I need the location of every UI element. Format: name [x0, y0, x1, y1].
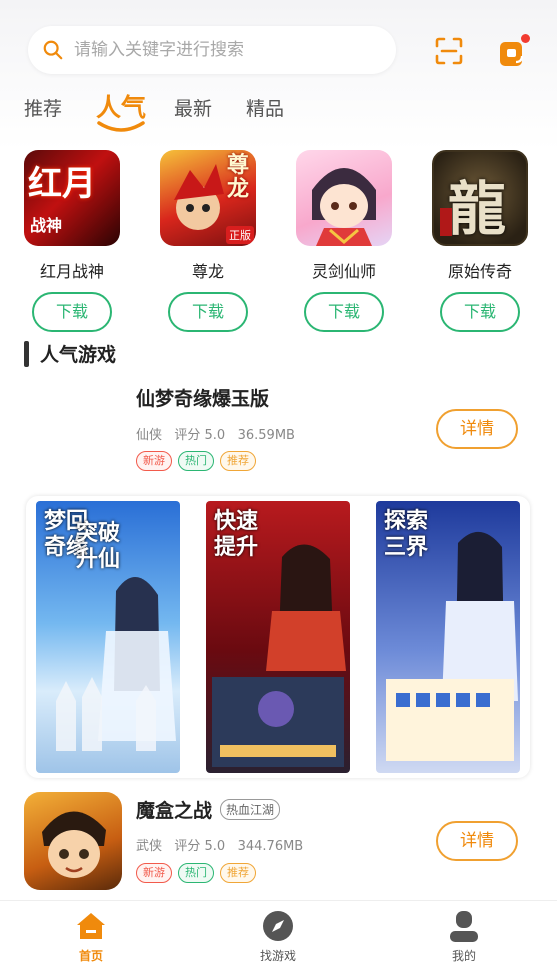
genre-tag: 热血江湖	[220, 799, 281, 820]
banner-panel: 快速 提升	[206, 501, 350, 773]
download-button[interactable]: 下载	[304, 292, 384, 332]
game-name: 尊龙	[191, 262, 224, 281]
game-icon[interactable]: 尊龙 正版	[160, 150, 256, 246]
bottom-navigation: 首页 找游戏 我的	[0, 900, 557, 968]
banner-panel: 探索 三界	[376, 501, 520, 773]
scan-icon	[435, 37, 463, 65]
detail-button[interactable]: 详情	[436, 821, 518, 861]
user-icon	[450, 911, 478, 942]
seal-stamp	[440, 208, 452, 236]
tab-premium[interactable]: 精品	[246, 94, 284, 121]
game-title-row: 魔盒之战 热血江湖	[136, 796, 281, 823]
banner-panel: 梦回 奇缘 突破 升仙	[36, 501, 180, 773]
banner-panel-title: 突破 升仙	[76, 521, 120, 573]
official-badge: 正版	[226, 226, 254, 244]
section-marker	[24, 340, 29, 367]
game-icon[interactable]: 红月 战神	[24, 150, 120, 246]
game-icon[interactable]	[296, 150, 392, 246]
notification-dot	[521, 34, 530, 43]
featured-game[interactable]: 龍 原始传奇 下载	[432, 150, 528, 332]
nav-mine[interactable]: 我的	[424, 909, 504, 964]
tag-recommend: 推荐	[220, 863, 256, 883]
download-button[interactable]: 下载	[32, 292, 112, 332]
game-meta: 仙侠 评分 5.0 36.59MB	[136, 428, 295, 443]
tag-new: 新游	[136, 863, 172, 883]
game-name: 原始传奇	[447, 262, 512, 281]
nav-label: 首页	[78, 949, 103, 963]
download-button[interactable]: 下载	[168, 292, 248, 332]
game-name: 红月战神	[39, 262, 104, 281]
banner-panel-title: 快速 提升	[214, 509, 258, 561]
compass-icon	[263, 911, 293, 941]
banner-panel-title: 探索 三界	[384, 509, 428, 561]
download-button[interactable]: 下载	[440, 292, 520, 332]
tag-list: 新游 热门 推荐	[136, 451, 256, 471]
nav-find-games[interactable]: 找游戏	[238, 909, 318, 964]
banner-title-line: 三界	[384, 535, 429, 560]
banner-title-line: 探索	[384, 509, 429, 534]
nav-label: 找游戏	[259, 949, 296, 963]
featured-game[interactable]: 尊龙 正版 尊龙 下载	[160, 150, 256, 332]
banner-title-line: 提升	[214, 535, 259, 560]
game-icon-text: 红月	[28, 164, 96, 204]
game-icon-text: 龍	[448, 175, 507, 243]
tag-new: 新游	[136, 451, 172, 471]
scan-button[interactable]	[434, 36, 464, 66]
banner-title-line: 升仙	[76, 547, 121, 572]
message-button[interactable]	[498, 34, 530, 68]
game-list-item[interactable]: 魔盒之战 热血江湖 武侠 评分 5.0 344.76MB 新游 热门 推荐 详情	[0, 790, 557, 892]
tab-newest[interactable]: 最新	[174, 94, 212, 121]
tag-recommend: 推荐	[220, 451, 256, 471]
nav-label: 我的	[451, 949, 476, 963]
game-icon-text: 尊龙	[226, 153, 249, 202]
tag-list: 新游 热门 推荐	[136, 863, 256, 883]
tag-hot: 热门	[178, 863, 214, 883]
tab-popular[interactable]: 人气	[96, 88, 146, 124]
game-icon[interactable]: 龍	[432, 150, 528, 246]
featured-game[interactable]: 灵剑仙师 下载	[296, 150, 392, 332]
game-banner[interactable]: 梦回 奇缘 突破 升仙 快速 提升 探索 三界	[26, 496, 530, 778]
featured-game[interactable]: 红月 战神 红月战神 下载	[24, 150, 120, 332]
game-list-item[interactable]: 仙梦奇缘爆玉版 仙侠 评分 5.0 36.59MB 新游 热门 推荐 详情	[0, 380, 557, 480]
detail-button[interactable]: 详情	[436, 409, 518, 449]
game-title: 魔盒之战	[136, 800, 213, 822]
search-bar[interactable]	[28, 26, 396, 74]
home-icon	[77, 913, 105, 939]
search-input[interactable]	[74, 40, 374, 60]
tab-recommend[interactable]: 推荐	[24, 94, 62, 121]
tag-hot: 热门	[178, 451, 214, 471]
nav-home[interactable]: 首页	[51, 909, 131, 964]
section-title: 人气游戏	[40, 344, 117, 366]
banner-title-line: 突破	[76, 521, 121, 546]
game-name: 灵剑仙师	[311, 262, 376, 281]
tab-active-indicator	[97, 121, 145, 132]
game-title: 仙梦奇缘爆玉版	[136, 388, 270, 410]
character-art-icon	[42, 811, 106, 878]
banner-title-line: 快速	[214, 509, 259, 534]
search-icon	[43, 40, 63, 60]
section-header: 人气游戏	[24, 340, 116, 367]
character-art-icon	[312, 168, 376, 246]
game-meta: 武侠 评分 5.0 344.76MB	[136, 839, 304, 854]
header-background	[0, 0, 557, 150]
game-icon-subtext: 战神	[30, 216, 63, 235]
game-icon[interactable]	[24, 792, 122, 890]
